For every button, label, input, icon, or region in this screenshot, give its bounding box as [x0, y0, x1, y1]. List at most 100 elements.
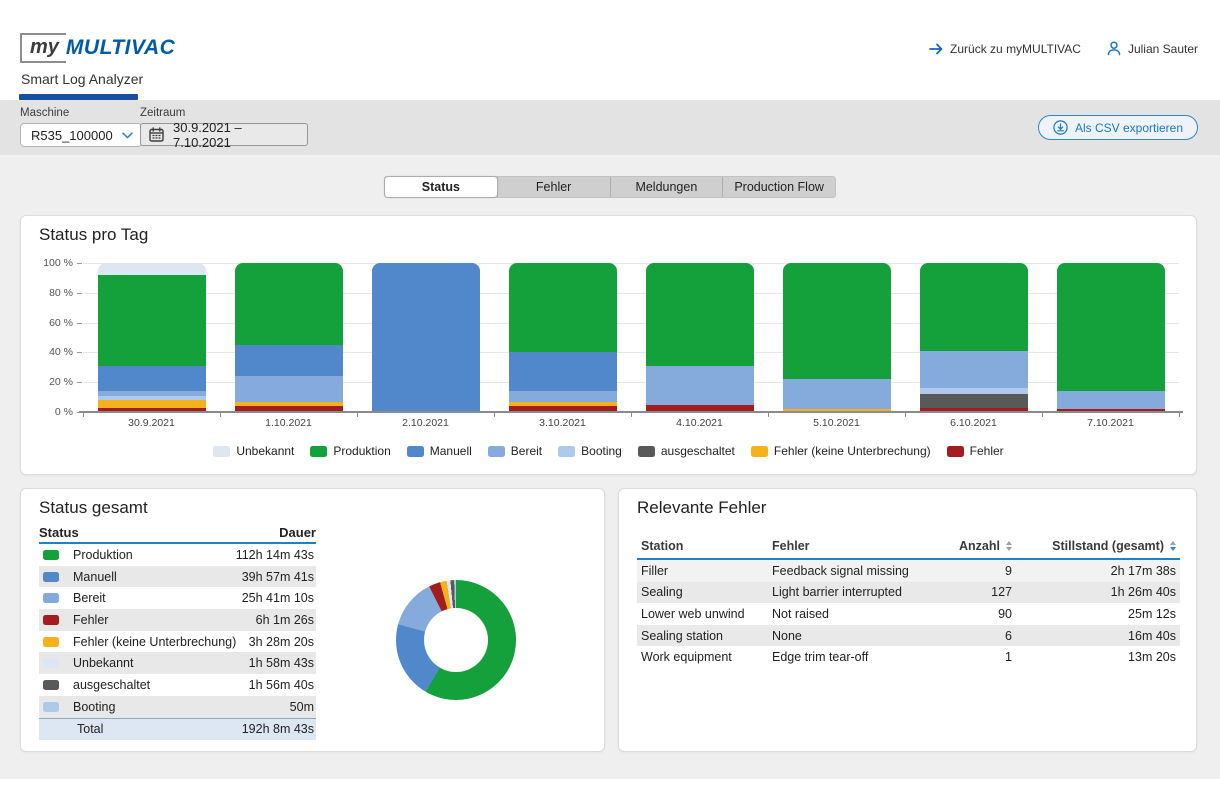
status-gesamt-title: Status gesamt [39, 498, 148, 518]
page: my MULTIVAC Smart Log Analyzer Zurück zu… [0, 0, 1220, 800]
tab-fehler[interactable]: Fehler [497, 177, 610, 197]
error-row: FillerFeedback signal missing92h 17m 38s [637, 560, 1180, 582]
error-stillstand: 1h 26m 40s [1012, 585, 1180, 599]
y-tick-label: 40 % [27, 346, 73, 358]
bar-slot [1042, 263, 1179, 412]
stacked-bar-7.10.2021 [1057, 263, 1165, 412]
status-label: Booting [73, 700, 290, 714]
status-duration: 50m [290, 700, 314, 714]
stacked-bar-3.10.2021 [509, 263, 617, 412]
status-duration: 39h 57m 41s [242, 570, 314, 584]
legend-label: Manuell [430, 444, 472, 458]
legend-item-bereit: Bereit [488, 444, 542, 458]
legend-item-booting: Booting [558, 444, 622, 458]
status-label: Fehler (keine Unterbrechung) [73, 635, 249, 649]
legend-swatch-bereit [488, 446, 505, 457]
error-anzahl: 1 [922, 650, 1012, 664]
error-row: Work equipmentEdge trim tear-off113m 20s [637, 646, 1180, 668]
main-content: StatusFehlerMeldungenProduction Flow Sta… [0, 155, 1220, 779]
status-swatch-booting [43, 702, 59, 712]
error-station: Sealing station [637, 629, 772, 643]
x-tick-label: 7.10.2021 [1042, 417, 1179, 429]
y-tick-mark [77, 352, 82, 353]
machine-select[interactable]: R535_100000 [20, 123, 142, 147]
status-duration: 3h 28m 20s [249, 635, 314, 649]
status-duration: 6h 1m 26s [256, 613, 314, 627]
user-icon [1107, 41, 1121, 56]
view-tabs: StatusFehlerMeldungenProduction Flow [384, 176, 836, 198]
y-tick-mark [77, 263, 82, 264]
bars [83, 263, 1179, 412]
legend-swatch-produktion [310, 446, 327, 457]
status-row-bereit: Bereit25h 41m 10s [39, 587, 316, 609]
logo-brand: MULTIVAC [66, 36, 175, 60]
error-fehler: Edge trim tear-off [772, 650, 922, 664]
calendar-icon [149, 127, 164, 142]
status-donut-chart [396, 580, 516, 700]
mymultivac-logo: my MULTIVAC [20, 33, 175, 63]
error-stillstand: 2h 17m 38s [1012, 564, 1180, 578]
back-link[interactable]: Zurück zu myMULTIVAC [929, 42, 1081, 56]
bottom-strip [0, 779, 1220, 800]
status-duration: 1h 58m 43s [249, 656, 314, 670]
status-row-fehler_ku: Fehler (keine Unterbrechung)3h 28m 20s [39, 631, 316, 653]
bar-slot [905, 263, 1042, 412]
sort-icon[interactable] [1170, 541, 1176, 551]
bar-segment-produktion [783, 263, 891, 379]
status-row-manuell: Manuell39h 57m 41s [39, 566, 316, 588]
legend-swatch-booting [558, 446, 575, 457]
x-tick-label: 6.10.2021 [905, 417, 1042, 429]
download-icon [1053, 120, 1068, 135]
error-anzahl: 90 [922, 607, 1012, 621]
x-tick-label: 2.10.2021 [357, 417, 494, 429]
chart-legend: UnbekanntProduktionManuellBereitBootinga… [21, 444, 1196, 458]
bar-segment-bereit [920, 351, 1028, 388]
bar-slot [83, 263, 220, 412]
error-anzahl: 127 [922, 585, 1012, 599]
legend-swatch-unbekannt [213, 446, 230, 457]
module-tab-smart-log-analyzer[interactable]: Smart Log Analyzer [21, 71, 143, 87]
status-duration: 25h 41m 10s [242, 591, 314, 605]
tab-status[interactable]: Status [385, 177, 497, 197]
bar-segment-manuell [98, 366, 206, 391]
user-menu[interactable]: Julian Sauter [1107, 41, 1198, 56]
y-tick-label: 100 % [27, 257, 73, 269]
error-col-stillstand-gesamt-[interactable]: Stillstand (gesamt) [1012, 539, 1180, 553]
error-fehler: Feedback signal missing [772, 564, 922, 578]
legend-item-produktion: Produktion [310, 444, 390, 458]
error-row: Sealing stationNone616m 40s [637, 625, 1180, 647]
error-col-station: Station [637, 539, 772, 553]
bar-slot [494, 263, 631, 412]
x-tick-label: 30.9.2021 [83, 417, 220, 429]
status-duration: 1h 56m 40s [249, 678, 314, 692]
bar-segment-fehler_ku [98, 400, 206, 407]
col-dauer: Dauer [279, 525, 316, 540]
period-field[interactable]: 30.9.2021 – 7.10.2021 [140, 123, 308, 146]
export-csv-button[interactable]: Als CSV exportieren [1038, 115, 1198, 140]
export-csv-label: Als CSV exportieren [1075, 121, 1183, 135]
status-table: Status Dauer Produktion112h 14m 43sManue… [39, 522, 316, 740]
status-label: ausgeschaltet [73, 678, 249, 692]
error-row: Lower web unwindNot raised9025m 12s [637, 603, 1180, 625]
bar-segment-manuell [372, 263, 480, 412]
period-label: Zeitraum [140, 107, 308, 119]
tab-production-flow[interactable]: Production Flow [722, 177, 835, 197]
y-tick-mark [77, 293, 82, 294]
bar-slot [631, 263, 768, 412]
bar-segment-produktion [98, 275, 206, 366]
bar-slot [768, 263, 905, 412]
status-duration: 112h 14m 43s [236, 548, 314, 562]
x-tick-label: 1.10.2021 [220, 417, 357, 429]
stacked-bar-5.10.2021 [783, 263, 891, 412]
status-swatch-unbekannt [43, 658, 59, 668]
tab-meldungen[interactable]: Meldungen [610, 177, 723, 197]
status-label: Produktion [73, 548, 236, 562]
status-table-total-row: Total 192h 8m 43s [39, 718, 316, 740]
legend-item-ausgeschaltet: ausgeschaltet [638, 444, 735, 458]
error-col-anzahl[interactable]: Anzahl [922, 539, 1012, 553]
status-swatch-fehler_ku [43, 637, 59, 647]
error-station: Filler [637, 564, 772, 578]
stacked-bar-4.10.2021 [646, 263, 754, 412]
y-tick-label: 60 % [27, 317, 73, 329]
machine-select-value: R535_100000 [31, 128, 113, 143]
